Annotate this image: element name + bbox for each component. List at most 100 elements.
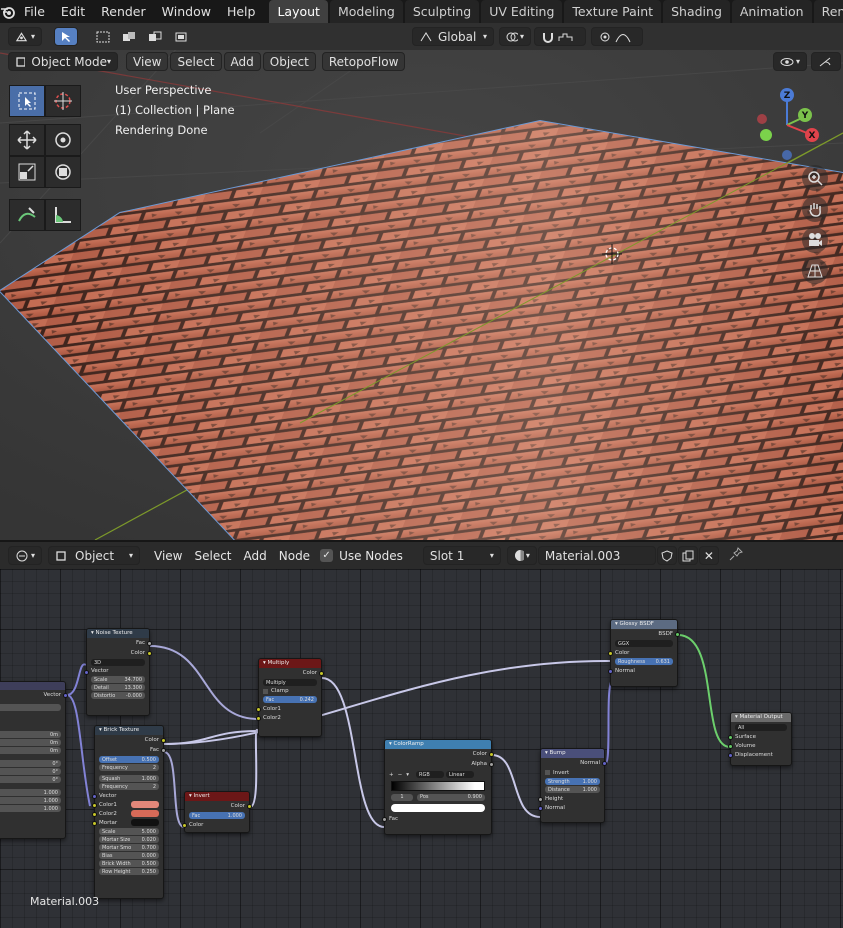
- tool-move[interactable]: [9, 124, 45, 156]
- field-brick-offset[interactable]: Offset 0.500: [99, 756, 159, 763]
- socket-glossy-normal-in[interactable]: Normal: [608, 666, 677, 675]
- socket-fac-out[interactable]: Fac: [87, 638, 152, 648]
- menu-window[interactable]: Window: [154, 0, 219, 23]
- field-rot-y[interactable]: 0°: [0, 768, 61, 775]
- navigation-gizmo[interactable]: Z Y X: [752, 85, 832, 165]
- proportional-edit-dropdown[interactable]: [591, 27, 643, 46]
- socket-invert-color-in[interactable]: Color: [182, 820, 249, 829]
- ramp-color-mode-dropdown[interactable]: RGB: [415, 771, 444, 778]
- field-noise-distortion[interactable]: Distortio -0.000: [91, 692, 145, 699]
- tab-layout[interactable]: Layout: [269, 0, 328, 23]
- field-mortar-smooth[interactable]: Mortar Smo 0.700: [99, 844, 159, 851]
- menu-add-node[interactable]: Add: [238, 549, 273, 563]
- pin-icon[interactable]: [729, 546, 743, 565]
- node-editor-type-button[interactable]: ▾: [8, 546, 42, 565]
- field-loc-z[interactable]: 0m: [0, 747, 61, 754]
- socket-mortar-in[interactable]: Mortar: [92, 818, 163, 827]
- material-output-node[interactable]: ▾ Material Output All Surface Volume Dis…: [728, 712, 792, 766]
- socket-invert-color-out[interactable]: Color: [185, 801, 252, 811]
- bump-invert-checkbox[interactable]: Invert: [541, 768, 604, 777]
- field-invert-fac[interactable]: Fac 1.000: [189, 812, 245, 819]
- tool-scale[interactable]: [9, 156, 45, 188]
- tab-shading[interactable]: Shading: [663, 0, 730, 23]
- glossy-distribution-dropdown[interactable]: GGX: [615, 640, 673, 647]
- socket-displacement-in[interactable]: Displacement: [728, 750, 791, 759]
- select-new-icon[interactable]: [92, 27, 114, 46]
- mode-dropdown[interactable]: Object Mode ▾: [8, 52, 118, 71]
- tool-rotate[interactable]: [45, 124, 81, 156]
- ramp-menu-icon[interactable]: ▾: [406, 772, 409, 778]
- tab-sculpting[interactable]: Sculpting: [404, 0, 480, 23]
- menu-node[interactable]: Node: [273, 549, 316, 563]
- clamp-checkbox[interactable]: Clamp: [259, 687, 321, 695]
- output-target-dropdown[interactable]: All: [735, 724, 787, 731]
- field-rot-z[interactable]: 0°: [0, 776, 61, 783]
- camera-view-button[interactable]: [802, 227, 828, 253]
- color-ramp-gradient[interactable]: [391, 781, 485, 791]
- noise-dimension-dropdown[interactable]: 3D: [91, 659, 145, 666]
- socket-bump-normal-in[interactable]: Normal: [538, 803, 604, 812]
- socket-vector-out[interactable]: Vector: [0, 690, 68, 700]
- socket-volume-in[interactable]: Volume: [728, 741, 791, 750]
- socket-color-out[interactable]: Color: [87, 648, 152, 658]
- duplicate-material-button[interactable]: [677, 546, 698, 565]
- slot-dropdown[interactable]: Slot 1 ▾: [422, 546, 501, 565]
- menu-edit[interactable]: Edit: [53, 0, 93, 23]
- field-noise-detail[interactable]: Detail 13.300: [91, 684, 145, 691]
- mapping-node[interactable]: Vector 0m 0m 0m 0° 0° 0° 1.000 1.000 1.0…: [0, 681, 68, 839]
- field-blank[interactable]: [0, 704, 61, 711]
- transform-orientation-dropdown[interactable]: Global ▾: [412, 27, 494, 46]
- field-multiply-fac[interactable]: Fac 0.242: [263, 696, 317, 703]
- material-name-field[interactable]: Material.003: [537, 546, 656, 565]
- ramp-stop-index[interactable]: 1: [391, 793, 413, 801]
- field-noise-scale[interactable]: Scale 34.700: [91, 676, 145, 683]
- multiply-node[interactable]: ▾ Multiply Color Multiply Clamp Fac 0.242…: [256, 658, 324, 737]
- glossy-bsdf-node[interactable]: ▾ Glossy BSDF BSDF GGX Color Roughness 0.…: [608, 619, 680, 687]
- pan-button[interactable]: [802, 196, 828, 222]
- color2-swatch[interactable]: [131, 810, 159, 817]
- tool-select-box[interactable]: [9, 85, 45, 117]
- node-editor-canvas[interactable]: Vector 0m 0m 0m 0° 0° 0° 1.000 1.000 1.0…: [0, 569, 843, 928]
- 3d-viewport[interactable]: ▾ Global ▾ ▾ Object Mode ▾ View Select A…: [0, 23, 843, 540]
- field-scale-y[interactable]: 1.000: [0, 797, 61, 804]
- socket-brick-vector-in[interactable]: Vector: [92, 791, 163, 800]
- field-scale-x[interactable]: 1.000: [0, 789, 61, 796]
- field-scale-z[interactable]: 1.000: [0, 805, 61, 812]
- field-roughness[interactable]: Roughness 0.631: [615, 658, 673, 665]
- socket-color2-in[interactable]: Color2: [92, 809, 163, 818]
- menu-retopoflow[interactable]: RetopoFlow: [321, 52, 406, 71]
- colorramp-node[interactable]: ▾ ColorRamp Color Alpha + − ▾ RGB Linear…: [382, 739, 494, 835]
- tool-transform[interactable]: [45, 156, 81, 188]
- field-brick-squash[interactable]: Squash 1.000: [99, 775, 159, 782]
- blend-mode-dropdown[interactable]: Multiply: [263, 679, 317, 686]
- socket-multiply-color1-in[interactable]: Color1: [256, 704, 321, 713]
- socket-ramp-alpha-out[interactable]: Alpha: [385, 759, 494, 769]
- menu-render[interactable]: Render: [93, 0, 154, 23]
- field-row-height[interactable]: Row Height 0.250: [99, 868, 159, 875]
- select-subtract-icon[interactable]: [144, 27, 166, 46]
- socket-ramp-fac-in[interactable]: Fac: [382, 814, 491, 824]
- snap-dropdown[interactable]: [534, 27, 586, 46]
- perspective-toggle-button[interactable]: [802, 258, 828, 284]
- brick-texture-node[interactable]: ▾ Brick Texture Color Fac Offset 0.500 Fr…: [92, 725, 166, 899]
- field-loc-x[interactable]: 0m: [0, 731, 61, 738]
- remove-stop-icon[interactable]: −: [398, 772, 403, 778]
- editor-type-button[interactable]: ▾: [8, 27, 42, 46]
- color1-swatch[interactable]: [131, 801, 159, 808]
- socket-bsdf-out[interactable]: BSDF: [611, 629, 680, 639]
- menu-view-3d[interactable]: View: [126, 52, 169, 71]
- shader-type-dropdown[interactable]: Object ▾: [48, 546, 140, 565]
- use-nodes-toggle[interactable]: ✓ Use Nodes: [320, 549, 409, 563]
- visibility-dropdown[interactable]: ▾: [773, 52, 807, 71]
- field-brick-width[interactable]: Brick Width 0.500: [99, 860, 159, 867]
- ramp-interp-dropdown[interactable]: Linear: [445, 771, 474, 778]
- field-bias[interactable]: Bias 0.000: [99, 852, 159, 859]
- tab-uv-editing[interactable]: UV Editing: [481, 0, 563, 23]
- field-bump-strength[interactable]: Strength 1.000: [545, 778, 600, 785]
- zoom-button[interactable]: [802, 165, 828, 191]
- select-extend-icon[interactable]: [118, 27, 140, 46]
- tab-modeling[interactable]: Modeling: [329, 0, 403, 23]
- socket-vector-in[interactable]: Vector: [84, 667, 149, 675]
- tool-cursor[interactable]: [45, 85, 81, 117]
- socket-bump-normal-out[interactable]: Normal: [541, 758, 607, 768]
